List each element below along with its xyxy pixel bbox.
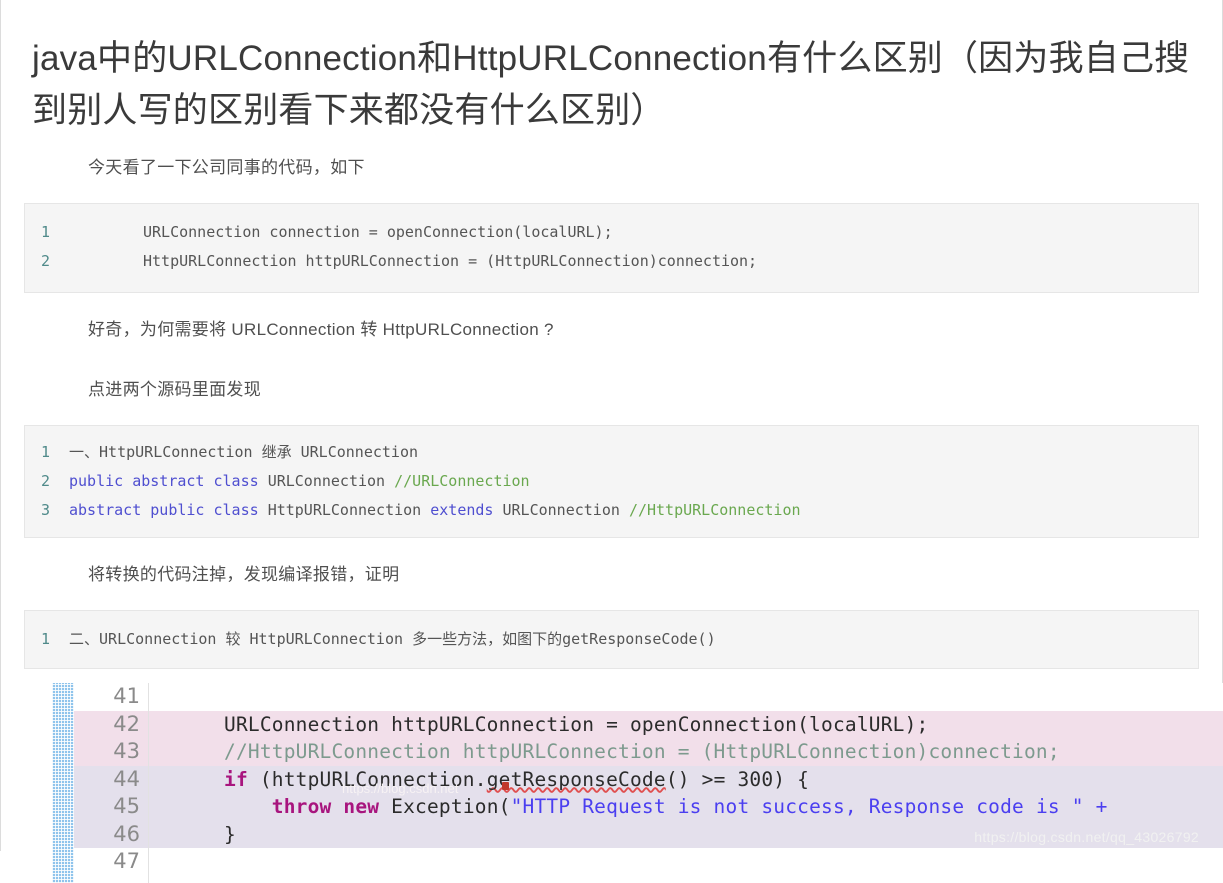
ide-line: 47 — [52, 848, 1223, 876]
code-token: URLConnection — [291, 443, 419, 461]
code-line: 1 一、HttpURLConnection 继承 URLConnection — [25, 438, 1198, 467]
ide-code-text: //HttpURLConnection httpURLConnection = … — [224, 738, 1060, 766]
code-token: getResponseCode() — [562, 630, 716, 648]
ide-watermark: https://blog.csdn.net — [342, 781, 459, 796]
ide-code-text: throw new Exception("HTTP Request is not… — [224, 793, 1108, 821]
code-token: //HttpURLConnection — [628, 501, 801, 519]
line-number: 1 — [41, 443, 51, 461]
page-title: java中的URLConnection和HttpURLConnection有什么… — [32, 39, 1190, 130]
paragraph-1: 今天看了一下公司同事的代码，如下 — [88, 158, 365, 177]
ide-code-token: URLConnection httpURLConnection = openCo… — [224, 712, 929, 736]
ide-line-number: 42 — [113, 711, 140, 736]
code-line: 1 URLConnection connection = openConnect… — [25, 218, 1198, 247]
ide-line: 44 if (httpURLConnection.getResponseCode(… — [52, 765, 1223, 794]
code-token: HttpURLConnection — [240, 630, 413, 648]
code-token: abstract public class — [69, 501, 268, 519]
code-text: 二、URLConnection 较 HttpURLConnection 多一些方… — [65, 625, 716, 654]
code-text: abstract public class HttpURLConnection … — [65, 496, 801, 525]
ide-line: 45 throw new Exception("HTTP Request is … — [52, 793, 1223, 821]
line-number: 3 — [41, 501, 51, 519]
ide-line-number: 43 — [113, 739, 140, 763]
ide-line: 43 //HttpURLConnection httpURLConnection … — [52, 738, 1223, 766]
text-caret — [502, 782, 509, 790]
code-token: URLConnection — [502, 501, 629, 519]
ide-line-number: 41 — [113, 684, 140, 708]
paragraph-2: 好奇，为何需要将 URLConnection 转 HttpURLConnecti… — [88, 320, 554, 339]
code-text: URLConnection connection = openConnectio… — [143, 223, 613, 241]
ide-code-token: Exception( — [379, 795, 511, 818]
ide-screenshot: 41 42 URLConnection httpURLConnection = op… — [52, 683, 1223, 883]
line-number: 1 — [41, 630, 51, 648]
ide-code-token: getResponseCode — [486, 767, 666, 791]
code-line: 2 public abstract class URLConnection //U… — [25, 467, 1198, 496]
ide-line-number: 47 — [113, 849, 140, 873]
ide-line: 41 — [52, 683, 1223, 711]
code-block-2: 1 一、HttpURLConnection 继承 URLConnection 2 pu… — [24, 425, 1199, 538]
code-token: extends — [430, 501, 503, 519]
ide-code-token: () >= 300) { — [665, 767, 810, 791]
code-line: 2 HttpURLConnection httpURLConnection = … — [25, 247, 1198, 276]
ide-gutter-separator — [148, 683, 149, 883]
code-text: 一、HttpURLConnection 继承 URLConnection — [65, 438, 418, 467]
ide-code-token: throw new — [271, 795, 380, 818]
code-line: 3 abstract public class HttpURLConnection… — [25, 496, 1198, 525]
article-page: java中的URLConnection和HttpURLConnection有什么… — [0, 0, 1223, 883]
ide-code-text: } — [224, 821, 236, 849]
paragraph-3: 点进两个源码里面发现 — [88, 380, 261, 399]
ide-code-token: if — [224, 767, 248, 791]
code-token: //URLConnection — [394, 472, 530, 490]
ide-code-token: } — [224, 822, 236, 846]
code-token: 一、 — [69, 443, 100, 461]
code-block-1: 1 URLConnection connection = openConnect… — [24, 203, 1199, 293]
code-text: HttpURLConnection httpURLConnection = (H… — [143, 252, 758, 270]
ide-code-text: if (httpURLConnection.getResponseCode() … — [224, 766, 809, 794]
code-token: 继承 — [261, 443, 292, 461]
code-token: HttpURLConnection — [99, 443, 262, 461]
code-token: 二、 — [69, 630, 100, 648]
code-token: URLConnection — [99, 630, 226, 648]
csdn-watermark: https://blog.csdn.net/qq_43026792 — [974, 829, 1199, 845]
ide-code-text: URLConnection httpURLConnection = openCo… — [224, 711, 928, 739]
ide-code-token: //HttpURLConnection httpURLConnection = … — [224, 740, 1060, 763]
code-line: 1 二、URLConnection 较 HttpURLConnection 多一些… — [25, 625, 1198, 654]
code-token: URLConnection — [267, 472, 395, 490]
ide-line: 42 URLConnection httpURLConnection = open… — [52, 710, 1223, 739]
code-token: 多一些方法，如图下的 — [412, 630, 563, 648]
ide-line-number: 45 — [113, 794, 140, 818]
ide-code-token: "HTTP Request is not success, Response c… — [510, 795, 1108, 818]
code-token: public abstract class — [69, 472, 268, 490]
ide-code-token — [224, 795, 272, 818]
line-number: 1 — [41, 223, 51, 241]
ide-line-number: 46 — [113, 821, 140, 846]
code-block-3: 1 二、URLConnection 较 HttpURLConnection 多一些… — [24, 610, 1199, 669]
paragraph-4: 将转换的代码注掉，发现编译报错，证明 — [88, 565, 400, 584]
code-token: HttpURLConnection — [267, 501, 431, 519]
code-token: 较 — [225, 630, 241, 648]
line-number: 2 — [41, 252, 51, 270]
code-text: public abstract class URLConnection //UR… — [65, 467, 530, 496]
ide-gutter-strip — [52, 683, 74, 883]
ide-line-number: 44 — [113, 766, 140, 791]
line-number: 2 — [41, 472, 51, 490]
ide-rows: 41 42 URLConnection httpURLConnection = op… — [52, 683, 1223, 876]
